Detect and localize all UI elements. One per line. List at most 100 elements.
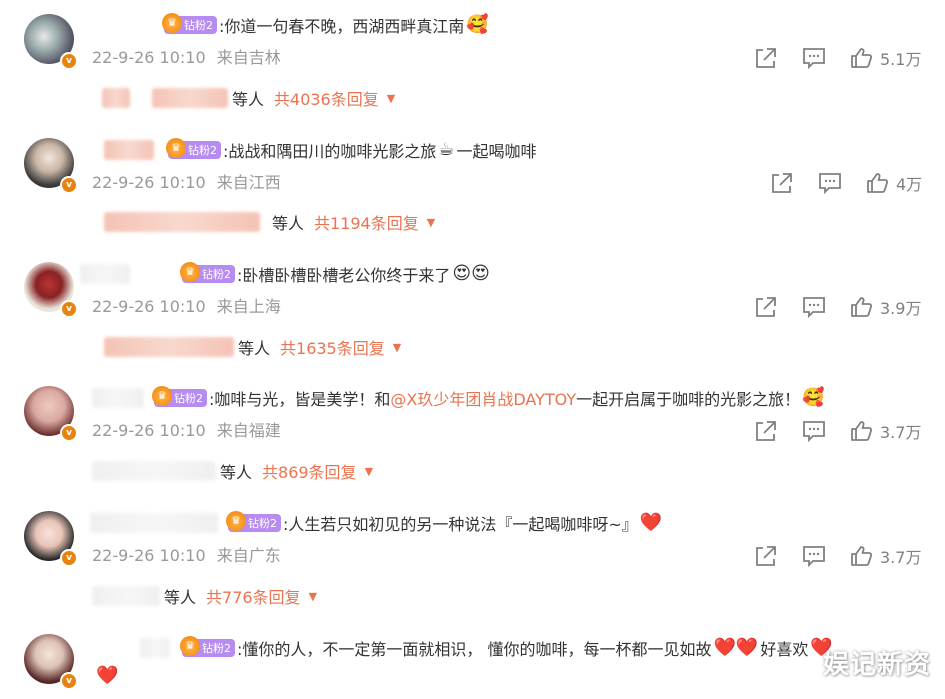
comment-icon <box>803 297 825 318</box>
caret-down-icon[interactable]: ▼ <box>393 341 401 354</box>
share-button[interactable] <box>754 420 778 442</box>
caret-down-icon[interactable]: ▼ <box>387 92 395 105</box>
mention-link[interactable]: @X玖少年团肖战DAYTOY <box>390 386 576 410</box>
reply-users-suffix: 等人 <box>220 463 253 482</box>
comment-text: 一起开启属于咖啡的光影之旅！ <box>576 390 801 409</box>
reply-users-suffix: 等人 <box>238 339 271 358</box>
caret-down-icon[interactable]: ▼ <box>427 216 435 229</box>
emoji: 🥰 <box>802 387 825 408</box>
fan-badge: ♛ 钻粉2 <box>166 138 221 159</box>
comment-content-line2: ❤️ <box>94 664 120 688</box>
comment-actions: 3.7万 <box>754 545 921 567</box>
like-button[interactable]: 3.7万 <box>850 544 921 568</box>
reply-summary[interactable]: 等人 共776条回复 ▼ <box>92 584 317 608</box>
blurred-username <box>80 264 130 284</box>
like-button[interactable]: 3.9万 <box>850 295 921 319</box>
comment-text: :战战和隅田川的咖啡光影之旅 <box>223 142 437 161</box>
comment-content: ♛ 钻粉2 :战战和隅田川的咖啡光影之旅 ☕ 一起喝咖啡 <box>104 138 537 162</box>
reply-count[interactable]: 共869条回复 <box>262 459 357 483</box>
comment-meta: 22-9-26 10:10 来自广东 <box>92 545 281 567</box>
reply-summary[interactable]: 等人 共1635条回复 ▼ <box>104 335 401 359</box>
share-icon <box>756 421 776 441</box>
avatar[interactable]: v <box>24 634 78 690</box>
emoji: ☕ <box>438 139 455 160</box>
reply-summary[interactable]: 等人 共869条回复 ▼ <box>92 459 373 483</box>
comment-content: ♛ 钻粉2 :卧槽卧槽卧槽老公你终于来了 😍😍 <box>80 262 492 286</box>
like-icon <box>851 546 872 566</box>
crown-icon: ♛ <box>180 636 200 656</box>
comment-button[interactable] <box>802 47 826 69</box>
like-count: 5.1万 <box>880 50 922 69</box>
like-button[interactable]: 5.1万 <box>850 46 921 70</box>
like-icon <box>851 297 872 317</box>
reply-count[interactable]: 共1194条回复 <box>314 210 419 234</box>
blurred-username <box>102 88 130 108</box>
reply-count[interactable]: 共4036条回复 <box>274 86 379 110</box>
like-button[interactable]: 4万 <box>866 171 922 195</box>
like-button[interactable]: 3.7万 <box>850 419 921 443</box>
comment-button[interactable] <box>802 296 826 318</box>
share-button[interactable] <box>754 47 778 69</box>
comment-date: 22-9-26 10:10 <box>92 48 206 67</box>
crown-icon: ♛ <box>152 386 172 406</box>
share-icon <box>756 297 776 317</box>
watermark-text: 娱记新资 <box>822 650 931 680</box>
reply-count[interactable]: 共1635条回复 <box>280 335 385 359</box>
reply-summary[interactable]: 等人 共1194条回复 ▼ <box>104 210 435 234</box>
avatar[interactable]: v <box>24 386 78 442</box>
comment-button[interactable] <box>802 545 826 567</box>
share-button[interactable] <box>754 545 778 567</box>
like-icon <box>851 48 872 68</box>
blurred-username <box>104 140 154 160</box>
comment-location: 来自吉林 <box>216 48 281 67</box>
comment-content: ♛ 钻粉2 :懂你的人，不一定第一面就相识， 懂你的咖啡，每一杯都一见如故 ❤️❤… <box>140 636 835 660</box>
caret-down-icon[interactable]: ▼ <box>309 590 317 603</box>
emoji: ❤️ <box>96 665 119 686</box>
comment-button[interactable] <box>802 420 826 442</box>
emoji: 🥰 <box>466 14 489 35</box>
avatar[interactable]: v <box>24 262 78 318</box>
like-count: 3.9万 <box>880 299 922 318</box>
avatar[interactable]: v <box>24 511 78 567</box>
fan-badge: ♛ 钻粉2 <box>180 262 235 283</box>
verified-icon: v <box>60 424 78 442</box>
reply-summary[interactable]: 等人 共4036条回复 ▼ <box>102 86 395 110</box>
avatar[interactable]: v <box>24 14 78 70</box>
share-icon <box>772 173 792 193</box>
verified-icon: v <box>60 52 78 70</box>
like-count: 3.7万 <box>880 423 922 442</box>
verified-icon: v <box>60 672 78 690</box>
blurred-username <box>104 212 260 232</box>
comment-text: :咖啡与光，皆是美学！和 <box>209 390 391 409</box>
emoji: ❤️❤️ <box>713 637 759 658</box>
reply-count[interactable]: 共776条回复 <box>206 584 301 608</box>
comment-text: :卧槽卧槽卧槽老公你终于来了 <box>237 266 451 285</box>
blurred-username <box>152 88 228 108</box>
reply-users-suffix: 等人 <box>232 90 265 109</box>
comment-meta: 22-9-26 10:10 来自福建 <box>92 420 281 442</box>
blurred-username <box>92 586 160 606</box>
avatar[interactable]: v <box>24 138 78 194</box>
share-button[interactable] <box>754 296 778 318</box>
blurred-username <box>90 513 218 533</box>
comment-location: 来自广东 <box>216 546 281 565</box>
blurred-username <box>92 388 144 408</box>
comment-location: 来自江西 <box>216 173 281 192</box>
comment-actions: 3.9万 <box>754 296 921 318</box>
comment-text: :懂你的人，不一定第一面就相识， 懂你的咖啡，每一杯都一见如故 <box>237 640 712 659</box>
comment-meta: 22-9-26 10:10 来自江西 <box>92 172 281 194</box>
comment-date: 22-9-26 10:10 <box>92 421 206 440</box>
share-icon <box>756 546 776 566</box>
comment-date: 22-9-26 10:10 <box>92 546 206 565</box>
fan-badge: ♛ 钻粉2 <box>180 636 235 657</box>
comment-icon <box>803 546 825 567</box>
fan-badge: ♛ 钻粉2 <box>226 511 281 532</box>
caret-down-icon[interactable]: ▼ <box>365 465 373 478</box>
emoji: 😍😍 <box>452 263 490 284</box>
comment-button[interactable] <box>818 172 842 194</box>
fan-badge: ♛ 钻粉2 <box>152 386 207 407</box>
comment-icon <box>803 421 825 442</box>
emoji: ❤️ <box>639 512 663 533</box>
crown-icon: ♛ <box>166 138 186 158</box>
share-button[interactable] <box>770 172 794 194</box>
